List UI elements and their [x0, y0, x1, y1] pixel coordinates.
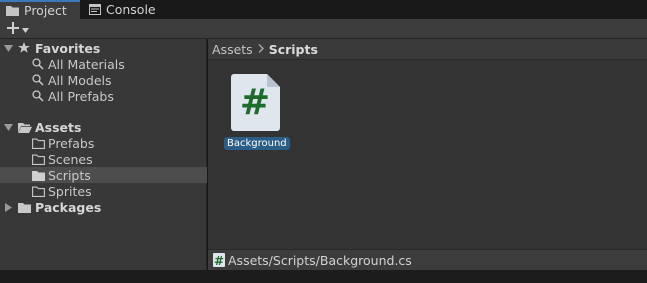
project-sidebar: Favorites All Materials All Models All P…	[0, 39, 207, 270]
sidebar-item-sprites[interactable]: Sprites	[0, 183, 207, 199]
sidebar-item-label: Scenes	[48, 151, 93, 167]
tab-console-label: Console	[106, 2, 156, 17]
plus-icon	[7, 21, 19, 37]
sidebar-item-label: All Models	[48, 72, 112, 88]
script-glyph: #	[240, 82, 270, 123]
sidebar-item-label: Sprites	[48, 183, 92, 199]
breadcrumb-assets[interactable]: Assets	[212, 42, 253, 57]
chevron-down-icon	[22, 22, 29, 36]
asset-name-label[interactable]: Background	[224, 137, 290, 150]
svg-text:#: #	[214, 254, 224, 266]
sidebar-item-label: Favorites	[35, 40, 101, 56]
sidebar-item-label: Assets	[35, 119, 82, 135]
tab-project[interactable]: Project	[0, 0, 80, 19]
folder-icon	[18, 202, 31, 213]
search-icon	[32, 90, 44, 102]
sidebar-item-all-materials[interactable]: All Materials	[0, 56, 207, 72]
chevron-right-icon	[258, 43, 264, 56]
breadcrumb: Assets Scripts	[208, 39, 647, 60]
tab-console[interactable]: Console	[83, 0, 173, 19]
tab-project-label: Project	[24, 3, 67, 18]
sidebar-item-label: Prefabs	[48, 135, 95, 151]
sidebar-item-label: All Prefabs	[48, 88, 114, 104]
toolbar	[0, 19, 647, 39]
folder-icon	[32, 154, 45, 165]
folder-icon	[32, 138, 45, 149]
sidebar-item-all-models[interactable]: All Models	[0, 72, 207, 88]
bottom-strip	[0, 270, 647, 283]
star-icon	[18, 42, 30, 54]
asset-item-background[interactable]: # Background	[224, 74, 290, 154]
asset-browser: Assets Scripts # Background # Assets/Scr…	[208, 39, 647, 270]
sidebar-item-label: Packages	[35, 199, 102, 215]
sidebar-item-scenes[interactable]: Scenes	[0, 151, 207, 167]
create-button[interactable]	[3, 20, 35, 38]
sidebar-item-label: Scripts	[48, 167, 91, 183]
sidebar-item-all-prefabs[interactable]: All Prefabs	[0, 88, 207, 104]
selected-asset-path: Assets/Scripts/Background.cs	[228, 252, 412, 268]
sidebar-item-label: All Materials	[48, 56, 125, 72]
expand-arrow-icon[interactable]	[4, 123, 13, 132]
sidebar-item-prefabs[interactable]: Prefabs	[0, 135, 207, 151]
sidebar-item-favorites[interactable]: Favorites	[0, 40, 207, 56]
folder-icon	[6, 5, 19, 16]
console-icon	[89, 4, 101, 15]
sidebar-item-scripts[interactable]: Scripts	[0, 167, 207, 183]
csharp-script-icon: #	[231, 74, 280, 131]
folder-icon	[32, 170, 45, 181]
tab-bar: Project Console	[0, 0, 647, 19]
breadcrumb-scripts[interactable]: Scripts	[269, 42, 318, 57]
folder-icon	[32, 186, 45, 197]
search-icon	[32, 58, 44, 70]
folder-open-icon	[18, 122, 32, 133]
sidebar-item-packages[interactable]: Packages	[0, 199, 207, 215]
search-icon	[32, 74, 44, 86]
csharp-script-small-icon: #	[213, 253, 225, 267]
status-bar: # Assets/Scripts/Background.cs	[208, 249, 647, 270]
expand-arrow-icon[interactable]	[4, 44, 13, 53]
collapse-arrow-icon[interactable]	[4, 202, 13, 212]
sidebar-item-assets[interactable]: Assets	[0, 119, 207, 135]
